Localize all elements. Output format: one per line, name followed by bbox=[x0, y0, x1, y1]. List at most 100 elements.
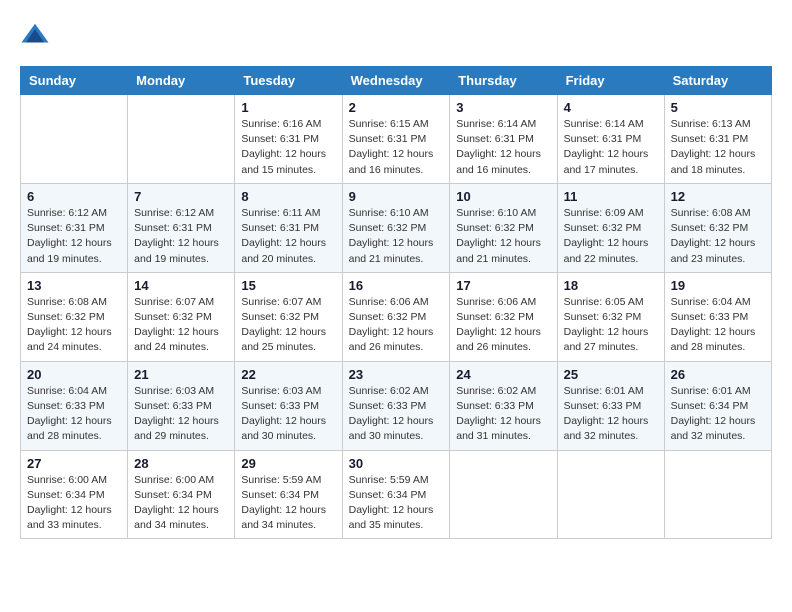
column-header-thursday: Thursday bbox=[450, 67, 557, 95]
column-header-tuesday: Tuesday bbox=[235, 67, 342, 95]
day-cell: 24 Sunrise: 6:02 AMSunset: 6:33 PMDayligh… bbox=[450, 361, 557, 450]
day-cell: 20Sunrise: 6:04 AMSunset: 6:33 PMDayligh… bbox=[21, 361, 128, 450]
day-cell: 12 Sunrise: 6:08 AMSunset: 6:32 PMDayligh… bbox=[664, 183, 771, 272]
column-header-sunday: Sunday bbox=[21, 67, 128, 95]
week-row-1: 1Sunrise: 6:16 AMSunset: 6:31 PMDaylight… bbox=[21, 95, 772, 184]
day-number: 26 bbox=[671, 367, 765, 382]
day-number: 28 bbox=[134, 456, 228, 471]
day-detail: Sunrise: 6:01 AMSunset: 6:33 PMDaylight:… bbox=[564, 384, 658, 445]
day-cell: 22Sunrise: 6:03 AMSunset: 6:33 PMDayligh… bbox=[235, 361, 342, 450]
day-detail: Sunrise: 6:06 AMSunset: 6:32 PMDaylight:… bbox=[349, 295, 444, 356]
day-cell: 27Sunrise: 6:00 AMSunset: 6:34 PMDayligh… bbox=[21, 450, 128, 539]
day-cell: 26 Sunrise: 6:01 AMSunset: 6:34 PMDayligh… bbox=[664, 361, 771, 450]
day-detail: Sunrise: 6:10 AMSunset: 6:32 PMDaylight:… bbox=[349, 206, 444, 267]
logo-icon bbox=[20, 20, 50, 50]
day-detail: Sunrise: 6:01 AMSunset: 6:34 PMDaylight:… bbox=[671, 384, 765, 445]
week-row-3: 13Sunrise: 6:08 AMSunset: 6:32 PMDayligh… bbox=[21, 272, 772, 361]
day-cell: 28 Sunrise: 6:00 AMSunset: 6:34 PMDayligh… bbox=[128, 450, 235, 539]
day-cell: 16 Sunrise: 6:06 AMSunset: 6:32 PMDayligh… bbox=[342, 272, 450, 361]
day-cell: 6 Sunrise: 6:12 AMSunset: 6:31 PMDaylight… bbox=[21, 183, 128, 272]
day-number: 4 bbox=[564, 100, 658, 115]
day-cell: 9 Sunrise: 6:10 AMSunset: 6:32 PMDaylight… bbox=[342, 183, 450, 272]
day-number: 12 bbox=[671, 189, 765, 204]
day-cell bbox=[557, 450, 664, 539]
day-number: 13 bbox=[27, 278, 121, 293]
day-detail: Sunrise: 5:59 AMSunset: 6:34 PMDaylight:… bbox=[349, 473, 444, 534]
day-cell: 15Sunrise: 6:07 AMSunset: 6:32 PMDayligh… bbox=[235, 272, 342, 361]
day-number: 17 bbox=[456, 278, 550, 293]
day-detail: Sunrise: 6:02 AMSunset: 6:33 PMDaylight:… bbox=[349, 384, 444, 445]
day-detail: Sunrise: 6:10 AMSunset: 6:32 PMDaylight:… bbox=[456, 206, 550, 267]
day-number: 14 bbox=[134, 278, 228, 293]
day-detail: Sunrise: 6:08 AMSunset: 6:32 PMDaylight:… bbox=[671, 206, 765, 267]
day-number: 8 bbox=[241, 189, 335, 204]
day-cell: 23 Sunrise: 6:02 AMSunset: 6:33 PMDayligh… bbox=[342, 361, 450, 450]
day-cell bbox=[21, 95, 128, 184]
day-cell: 14 Sunrise: 6:07 AMSunset: 6:32 PMDayligh… bbox=[128, 272, 235, 361]
day-detail: Sunrise: 6:05 AMSunset: 6:32 PMDaylight:… bbox=[564, 295, 658, 356]
day-number: 16 bbox=[349, 278, 444, 293]
day-cell: 17 Sunrise: 6:06 AMSunset: 6:32 PMDayligh… bbox=[450, 272, 557, 361]
day-detail: Sunrise: 6:11 AMSunset: 6:31 PMDaylight:… bbox=[241, 206, 335, 267]
day-number: 24 bbox=[456, 367, 550, 382]
day-cell: 29Sunrise: 5:59 AMSunset: 6:34 PMDayligh… bbox=[235, 450, 342, 539]
day-detail: Sunrise: 6:14 AMSunset: 6:31 PMDaylight:… bbox=[564, 117, 658, 178]
day-cell: 8 Sunrise: 6:11 AMSunset: 6:31 PMDaylight… bbox=[235, 183, 342, 272]
week-row-5: 27Sunrise: 6:00 AMSunset: 6:34 PMDayligh… bbox=[21, 450, 772, 539]
calendar-header-row: SundayMondayTuesdayWednesdayThursdayFrid… bbox=[21, 67, 772, 95]
day-cell: 10 Sunrise: 6:10 AMSunset: 6:32 PMDayligh… bbox=[450, 183, 557, 272]
day-cell bbox=[450, 450, 557, 539]
week-row-2: 6 Sunrise: 6:12 AMSunset: 6:31 PMDaylight… bbox=[21, 183, 772, 272]
day-number: 11 bbox=[564, 189, 658, 204]
day-number: 6 bbox=[27, 189, 121, 204]
day-number: 7 bbox=[134, 189, 228, 204]
day-number: 20 bbox=[27, 367, 121, 382]
day-number: 23 bbox=[349, 367, 444, 382]
day-detail: Sunrise: 6:12 AMSunset: 6:31 PMDaylight:… bbox=[27, 206, 121, 267]
column-header-monday: Monday bbox=[128, 67, 235, 95]
day-number: 9 bbox=[349, 189, 444, 204]
day-cell: 7 Sunrise: 6:12 AMSunset: 6:31 PMDaylight… bbox=[128, 183, 235, 272]
day-detail: Sunrise: 6:12 AMSunset: 6:31 PMDaylight:… bbox=[134, 206, 228, 267]
day-number: 3 bbox=[456, 100, 550, 115]
day-number: 21 bbox=[134, 367, 228, 382]
day-detail: Sunrise: 6:06 AMSunset: 6:32 PMDaylight:… bbox=[456, 295, 550, 356]
day-number: 18 bbox=[564, 278, 658, 293]
day-detail: Sunrise: 6:14 AMSunset: 6:31 PMDaylight:… bbox=[456, 117, 550, 178]
day-cell: 25 Sunrise: 6:01 AMSunset: 6:33 PMDayligh… bbox=[557, 361, 664, 450]
day-number: 25 bbox=[564, 367, 658, 382]
day-number: 19 bbox=[671, 278, 765, 293]
day-cell: 30 Sunrise: 5:59 AMSunset: 6:34 PMDayligh… bbox=[342, 450, 450, 539]
column-header-wednesday: Wednesday bbox=[342, 67, 450, 95]
day-detail: Sunrise: 6:15 AMSunset: 6:31 PMDaylight:… bbox=[349, 117, 444, 178]
column-header-saturday: Saturday bbox=[664, 67, 771, 95]
day-detail: Sunrise: 6:04 AMSunset: 6:33 PMDaylight:… bbox=[671, 295, 765, 356]
day-detail: Sunrise: 6:07 AMSunset: 6:32 PMDaylight:… bbox=[134, 295, 228, 356]
day-detail: Sunrise: 6:16 AMSunset: 6:31 PMDaylight:… bbox=[241, 117, 335, 178]
day-number: 15 bbox=[241, 278, 335, 293]
calendar: SundayMondayTuesdayWednesdayThursdayFrid… bbox=[20, 66, 772, 539]
day-number: 2 bbox=[349, 100, 444, 115]
day-number: 22 bbox=[241, 367, 335, 382]
week-row-4: 20Sunrise: 6:04 AMSunset: 6:33 PMDayligh… bbox=[21, 361, 772, 450]
day-detail: Sunrise: 6:02 AMSunset: 6:33 PMDaylight:… bbox=[456, 384, 550, 445]
day-detail: Sunrise: 6:00 AMSunset: 6:34 PMDaylight:… bbox=[134, 473, 228, 534]
page-header bbox=[20, 20, 772, 50]
day-cell bbox=[664, 450, 771, 539]
day-number: 29 bbox=[241, 456, 335, 471]
day-cell: 5Sunrise: 6:13 AMSunset: 6:31 PMDaylight… bbox=[664, 95, 771, 184]
day-cell: 18 Sunrise: 6:05 AMSunset: 6:32 PMDayligh… bbox=[557, 272, 664, 361]
day-number: 5 bbox=[671, 100, 765, 115]
day-detail: Sunrise: 6:00 AMSunset: 6:34 PMDaylight:… bbox=[27, 473, 121, 534]
day-number: 10 bbox=[456, 189, 550, 204]
day-cell: 21Sunrise: 6:03 AMSunset: 6:33 PMDayligh… bbox=[128, 361, 235, 450]
column-header-friday: Friday bbox=[557, 67, 664, 95]
day-cell: 19 Sunrise: 6:04 AMSunset: 6:33 PMDayligh… bbox=[664, 272, 771, 361]
day-cell: 3 Sunrise: 6:14 AMSunset: 6:31 PMDaylight… bbox=[450, 95, 557, 184]
day-cell: 11Sunrise: 6:09 AMSunset: 6:32 PMDayligh… bbox=[557, 183, 664, 272]
day-cell: 1Sunrise: 6:16 AMSunset: 6:31 PMDaylight… bbox=[235, 95, 342, 184]
day-cell bbox=[128, 95, 235, 184]
day-cell: 4 Sunrise: 6:14 AMSunset: 6:31 PMDaylight… bbox=[557, 95, 664, 184]
day-cell: 2 Sunrise: 6:15 AMSunset: 6:31 PMDaylight… bbox=[342, 95, 450, 184]
day-number: 30 bbox=[349, 456, 444, 471]
